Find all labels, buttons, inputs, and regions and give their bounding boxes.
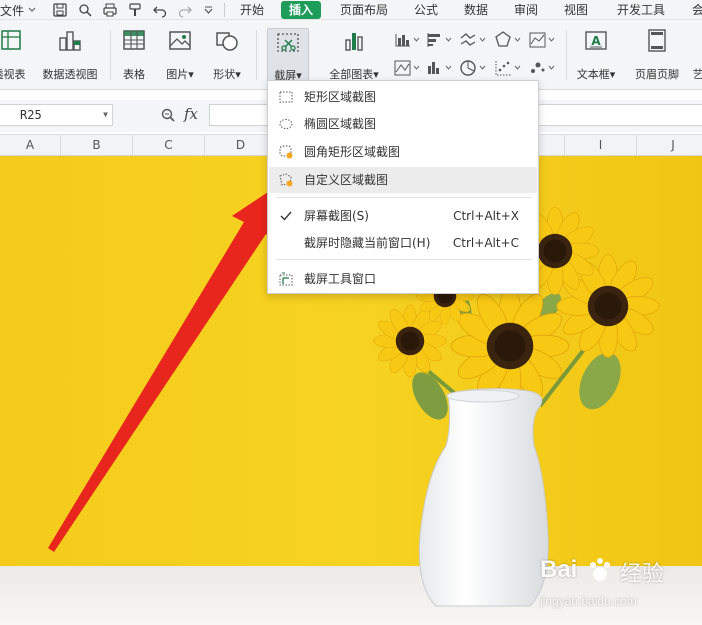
bar-chart-icon: [345, 33, 363, 51]
ellipse-dashed-icon: [279, 119, 293, 129]
pivot-chart-icon: [59, 31, 81, 51]
customize-toolbar-icon[interactable]: [204, 6, 213, 14]
column-header[interactable]: A: [0, 135, 61, 157]
paw-logo-icon: [590, 558, 610, 581]
combo-chart-button[interactable]: [425, 58, 453, 78]
picture-icon: [169, 31, 191, 50]
name-box[interactable]: R25 ▼: [0, 104, 113, 126]
pie-chart-icon: [460, 60, 486, 76]
pie-chart-button[interactable]: [459, 58, 487, 78]
line-chart-icon: [460, 33, 486, 46]
tab-insert[interactable]: 插入: [281, 1, 322, 19]
watermark-brand-left: Bai: [540, 556, 578, 583]
menu-item-screen-capture[interactable]: 屏幕截图(S) Ctrl+Alt+X: [269, 203, 537, 229]
zoom-search-icon[interactable]: [160, 107, 176, 123]
red-arrow-annotation: [48, 180, 286, 552]
column-header[interactable]: B: [61, 135, 133, 157]
title-tab-bar: 文件 开始 插入 页面布局 公式 数据 审阅 视图 开发工具 会: [0, 0, 702, 20]
tab-developer[interactable]: 开发工具: [617, 1, 665, 19]
shape-icon: [216, 32, 238, 51]
menu-divider: [276, 197, 532, 198]
menu-divider: [276, 259, 532, 260]
column-chart-icon: [395, 34, 420, 47]
svg-text:A: A: [591, 34, 601, 48]
menu-item-rect-screenshot[interactable]: 矩形区域截图: [269, 84, 537, 110]
tool-window-icon: [279, 272, 293, 286]
tab-more[interactable]: 会: [692, 1, 702, 19]
screenshot-button[interactable]: 截屏▾: [267, 28, 309, 88]
tab-review[interactable]: 审阅: [514, 1, 538, 19]
chevron-down-icon[interactable]: ▼: [103, 105, 108, 125]
menu-item-ellipse-screenshot[interactable]: 椭圆区域截图: [269, 111, 537, 137]
menu-item-custom-screenshot[interactable]: 自定义区域截图: [269, 167, 537, 193]
table-icon: [123, 30, 145, 50]
column-chart-button[interactable]: [393, 30, 421, 50]
scatter-chart-icon: [495, 61, 521, 76]
undo-icon[interactable]: [152, 2, 168, 18]
menu-item-screenshot-tool-window[interactable]: 截屏工具窗口: [269, 266, 537, 292]
rect-dashed-icon: [279, 91, 293, 103]
baidu-jingyan-watermark: Bai 经验 jingyan.baidu.com: [540, 556, 700, 620]
header-footer-icon: [648, 29, 666, 52]
rounded-rect-icon: [279, 145, 293, 159]
text-box-icon: A: [585, 31, 607, 50]
shape-button[interactable]: 形状▾: [206, 26, 248, 84]
shortcut-text: Ctrl+Alt+C: [452, 236, 519, 250]
print-icon[interactable]: [102, 2, 118, 18]
line-chart-button[interactable]: [459, 30, 487, 50]
file-menu[interactable]: 文件: [0, 2, 24, 19]
column-header[interactable]: I: [565, 135, 637, 157]
horizontal-bar-icon: [427, 33, 452, 47]
table-button[interactable]: 表格: [116, 26, 152, 84]
screenshot-dropdown-menu: 矩形区域截图 椭圆区域截图 圆角矩形区域截图 自定义区域截图 屏幕截图(S) C…: [267, 80, 539, 294]
watermark-brand-right: 经验: [620, 562, 665, 587]
shortcut-text: Ctrl+Alt+X: [453, 209, 519, 223]
format-painter-icon[interactable]: [127, 2, 143, 18]
chevron-down-icon[interactable]: [28, 6, 36, 14]
radar-chart-icon: [495, 31, 521, 47]
map-chart-button[interactable]: [393, 58, 421, 78]
more-charts-button[interactable]: [528, 58, 556, 78]
stock-chart-button[interactable]: [528, 30, 556, 50]
divider: [224, 3, 225, 17]
ribbon-divider: [566, 30, 567, 80]
tab-formulas[interactable]: 公式: [414, 1, 438, 19]
all-charts-button[interactable]: 全部图表▾: [324, 26, 384, 84]
art-text-button[interactable]: 艺: [688, 26, 702, 84]
tab-page-layout[interactable]: 页面布局: [340, 1, 388, 19]
redo-icon[interactable]: [177, 2, 193, 18]
checkmark-icon: [280, 211, 292, 221]
bar-chart-button[interactable]: [425, 30, 453, 50]
fx-insert-function[interactable]: fx: [184, 105, 198, 123]
save-icon[interactable]: [52, 2, 68, 18]
pivot-table-icon: [1, 30, 21, 50]
tab-view[interactable]: 视图: [564, 1, 588, 19]
ribbon-divider: [256, 30, 257, 80]
radar-chart-button[interactable]: [494, 30, 522, 50]
menu-item-rounded-rect-screenshot[interactable]: 圆角矩形区域截图: [269, 139, 537, 165]
scatter-chart-button[interactable]: [494, 58, 522, 78]
tab-data[interactable]: 数据: [464, 1, 488, 19]
pivot-chart-button[interactable]: 数据透视图: [38, 26, 102, 84]
watermark-url: jingyan.baidu.com: [540, 594, 637, 608]
print-preview-icon[interactable]: [77, 2, 93, 18]
picture-button[interactable]: 图片▾: [160, 26, 200, 84]
custom-region-icon: [279, 173, 293, 187]
menu-item-hide-window[interactable]: 截屏时隐藏当前窗口(H) Ctrl+Alt+C: [269, 230, 537, 256]
tab-home[interactable]: 开始: [240, 1, 264, 19]
cell-reference: R25: [20, 108, 42, 122]
pivot-table-button[interactable]: 透视表: [0, 26, 34, 84]
bubble-chart-icon: [531, 62, 555, 73]
header-footer-button[interactable]: 页眉页脚: [630, 26, 684, 84]
area-chart-icon: [529, 32, 555, 48]
column-header[interactable]: C: [133, 135, 205, 157]
combo-chart-icon: [428, 62, 452, 74]
column-header[interactable]: J: [637, 135, 702, 157]
text-box-button[interactable]: A 文本框▾: [572, 26, 620, 84]
ribbon-divider: [110, 30, 111, 80]
screenshot-scissors-icon: [277, 33, 299, 52]
map-chart-icon: [394, 60, 420, 76]
